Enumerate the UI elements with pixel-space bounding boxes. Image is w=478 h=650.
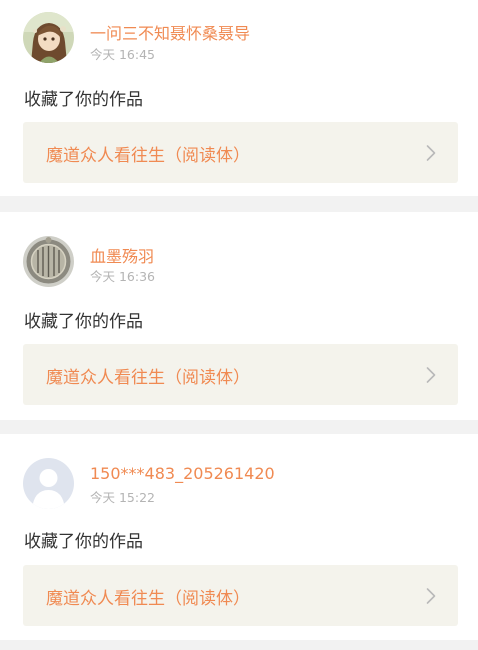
work-link-card[interactable]: 魔道众人看往生（阅读体）: [23, 565, 458, 626]
chevron-right-icon: [426, 587, 436, 605]
avatar[interactable]: [23, 12, 74, 63]
avatar[interactable]: [23, 236, 74, 287]
action-text: 收藏了你的作品: [24, 312, 143, 332]
notification-item: 150***483_205261420 今天 15:22 收藏了你的作品 魔道众…: [0, 434, 478, 640]
notification-item: 血墨殇羽 今天 16:36 收藏了你的作品 魔道众人看往生（阅读体）: [0, 212, 478, 420]
action-text: 收藏了你的作品: [24, 90, 143, 110]
timestamp: 今天 16:36: [90, 269, 155, 284]
work-title: 魔道众人看往生（阅读体）: [46, 146, 250, 166]
timestamp: 今天 16:45: [90, 47, 155, 62]
chevron-right-icon: [426, 144, 436, 162]
work-title: 魔道众人看往生（阅读体）: [46, 589, 250, 609]
ornament-avatar-icon: [23, 236, 74, 287]
action-text: 收藏了你的作品: [24, 532, 143, 552]
work-link-card[interactable]: 魔道众人看往生（阅读体）: [23, 122, 458, 183]
work-link-card[interactable]: 魔道众人看往生（阅读体）: [23, 344, 458, 405]
anime-avatar-icon: [23, 12, 74, 63]
work-title: 魔道众人看往生（阅读体）: [46, 368, 250, 388]
username[interactable]: 血墨殇羽: [90, 243, 154, 267]
default-user-avatar-icon: [23, 458, 74, 509]
notification-item: 一问三不知聂怀桑聂导 今天 16:45 收藏了你的作品 魔道众人看往生（阅读体）: [0, 0, 478, 196]
avatar[interactable]: [23, 458, 74, 509]
notification-feed: 一问三不知聂怀桑聂导 今天 16:45 收藏了你的作品 魔道众人看往生（阅读体）: [0, 0, 478, 650]
username[interactable]: 150***483_205261420: [90, 464, 275, 483]
username[interactable]: 一问三不知聂怀桑聂导: [90, 20, 250, 44]
timestamp: 今天 15:22: [90, 490, 155, 505]
chevron-right-icon: [426, 366, 436, 384]
